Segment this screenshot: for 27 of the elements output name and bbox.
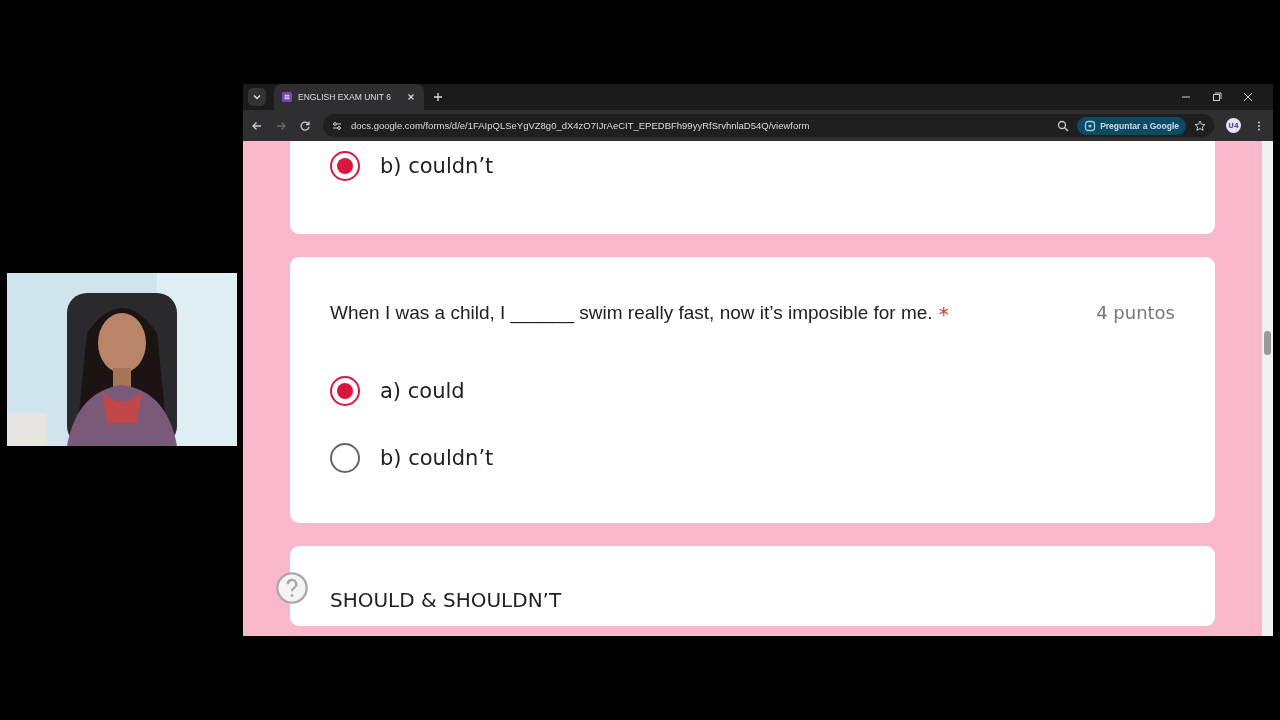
section-title: SHOULD & SHOULDN’T (330, 588, 562, 612)
bookmark-star-icon[interactable] (1194, 119, 1206, 132)
question-text: When I was a child, I ______ swim really fast, now it’s imposible for me. (330, 302, 933, 324)
restore-icon[interactable] (1211, 91, 1223, 103)
zoom-icon[interactable] (1057, 119, 1070, 132)
radio-button[interactable] (330, 443, 360, 473)
address-bar[interactable]: docs.google.com/forms/d/e/1FAIpQLSeYgVZ8g0_dX4zO7IJrAeCIT_EPEDBFh99yyRfSrvhnlaD54Q/viewform (351, 120, 810, 131)
radio-option[interactable]: b) couldn’t (330, 433, 1175, 483)
site-settings-icon[interactable] (331, 119, 343, 132)
new-tab-icon[interactable] (432, 91, 444, 103)
radio-button[interactable] (330, 376, 360, 406)
radio-button[interactable] (330, 151, 360, 181)
radio-option[interactable]: b) couldn’t (330, 141, 1175, 191)
ask-google-button[interactable]: Preguntar a Google (1077, 116, 1186, 135)
scrollbar[interactable] (1262, 141, 1273, 636)
close-icon[interactable] (1242, 91, 1254, 103)
form-icon (282, 92, 292, 102)
browser-tab[interactable]: ENGLISH EXAM UNIT 6 (274, 84, 424, 110)
radio-option[interactable]: a) could (330, 366, 1175, 416)
tab-title: ENGLISH EXAM UNIT 6 (298, 92, 392, 102)
required-mark: * (938, 302, 949, 326)
reload-icon[interactable] (299, 119, 311, 132)
points-label: 4 puntos (1096, 302, 1175, 323)
back-icon[interactable] (251, 119, 263, 132)
close-icon[interactable] (406, 92, 416, 102)
lens-icon (1084, 119, 1097, 132)
tab-list-button[interactable] (248, 88, 266, 106)
